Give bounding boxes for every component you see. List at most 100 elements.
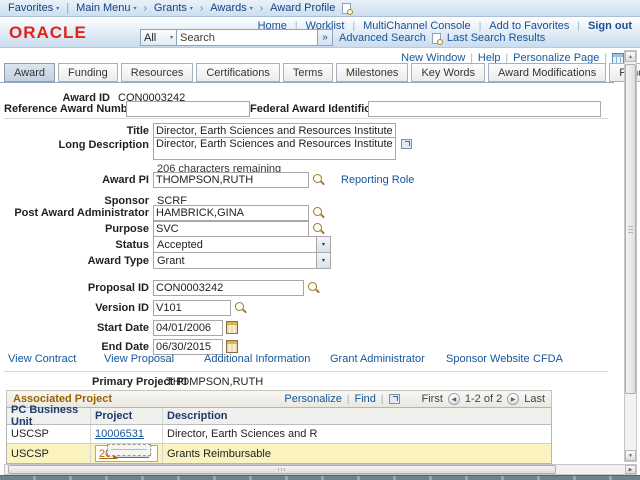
end-date-label: End Date xyxy=(4,341,153,353)
personalize-link[interactable]: Personalize xyxy=(284,393,341,405)
breadcrumb-separator-icon: › xyxy=(260,3,263,14)
separator: | xyxy=(506,53,509,64)
cell-project: 206 xyxy=(91,444,163,463)
version-id-lookup-icon[interactable] xyxy=(234,301,247,314)
breadcrumb-grants[interactable]: Grants ▾ xyxy=(154,2,193,14)
horizontal-scrollbar[interactable]: ▶ xyxy=(4,464,637,475)
version-id-row: Version ID xyxy=(4,299,247,316)
tab-underline xyxy=(0,82,614,83)
sponsor-website-link[interactable]: Sponsor Website xyxy=(446,353,530,365)
title-label: Title xyxy=(4,125,153,137)
vertical-scrollbar-thumb[interactable] xyxy=(625,64,636,394)
separator: | xyxy=(347,394,350,405)
nav-multichannel-console[interactable]: MultiChannel Console xyxy=(363,20,471,32)
horizontal-scrollbar-thumb[interactable] xyxy=(8,465,556,474)
chevron-down-icon: ▾ xyxy=(316,237,330,252)
col-project: Project xyxy=(91,408,163,424)
tab-award-modifications[interactable]: Award Modifications xyxy=(488,63,606,82)
vertical-scrollbar[interactable]: ▲ ▼ xyxy=(624,50,637,462)
tab-terms[interactable]: Terms xyxy=(283,63,333,82)
award-type-row: Award Type Grant ▾ xyxy=(4,252,331,269)
header-band: ORACLE Home | Worklist | MultiChannel Co… xyxy=(0,17,640,48)
nav-add-to-favorites[interactable]: Add to Favorites xyxy=(489,20,569,32)
award-pi-input[interactable] xyxy=(153,172,309,188)
purpose-lookup-icon[interactable] xyxy=(312,222,325,235)
award-type-value: Grant xyxy=(157,255,185,267)
scroll-up-button[interactable]: ▲ xyxy=(625,51,636,62)
col-description: Description xyxy=(163,408,551,424)
proposal-id-lookup-icon[interactable] xyxy=(307,281,320,294)
view-proposal-link[interactable]: View Proposal xyxy=(104,353,174,365)
pager-next-icon[interactable]: ▶ xyxy=(507,393,519,405)
tab-funding[interactable]: Funding xyxy=(58,63,118,82)
search-scope-select[interactable]: All ▾ xyxy=(140,29,177,46)
post-award-administrator-lookup-icon[interactable] xyxy=(312,206,325,219)
grant-administrator-link[interactable]: Grant Administrator xyxy=(330,353,425,365)
reference-row: Reference Award Number Federal Award Ide… xyxy=(4,100,601,117)
breadcrumb-separator-icon: › xyxy=(200,3,203,14)
cfda-link[interactable]: CFDA xyxy=(533,353,563,365)
scroll-down-button[interactable]: ▼ xyxy=(625,450,636,461)
favorites-menu[interactable]: Favorites ▾ xyxy=(8,2,59,14)
reporting-role-link[interactable]: Reporting Role xyxy=(341,174,414,186)
sign-out-link[interactable]: Sign out xyxy=(588,20,632,32)
breadcrumb-awards[interactable]: Awards ▾ xyxy=(210,2,253,14)
chevron-down-icon: ▾ xyxy=(250,5,253,12)
start-date-input[interactable] xyxy=(153,320,223,336)
purpose-label: Purpose xyxy=(4,223,153,235)
table-row-highlighted: USCSP 206 Grants Reimbursable xyxy=(7,444,551,463)
award-pi-row: Award PI Reporting Role xyxy=(4,171,414,188)
separator: | xyxy=(352,21,355,32)
tab-key-words[interactable]: Key Words xyxy=(411,63,485,82)
cell-project: 10006531 xyxy=(91,425,163,443)
status-value: Accepted xyxy=(157,239,203,251)
tab-certifications[interactable]: Certifications xyxy=(196,63,280,82)
cell-business-unit: USCSP xyxy=(7,425,91,443)
main-menu[interactable]: Main Menu ▾ xyxy=(76,2,136,14)
purpose-input[interactable] xyxy=(153,221,309,237)
purpose-row: Purpose xyxy=(4,220,325,237)
advanced-search-link[interactable]: Advanced Search xyxy=(339,32,426,44)
chevron-down-icon: ▾ xyxy=(170,34,173,41)
end-date-calendar-icon[interactable] xyxy=(226,340,238,353)
federal-award-id-input[interactable] xyxy=(368,101,601,117)
status-row: Status Accepted ▾ xyxy=(4,236,331,253)
search-go-button[interactable]: » xyxy=(318,29,333,46)
last-search-results-icon xyxy=(432,33,441,44)
section-divider xyxy=(4,118,608,119)
award-pi-lookup-icon[interactable] xyxy=(312,173,325,186)
tab-resources[interactable]: Resources xyxy=(121,63,194,82)
additional-information-link[interactable]: Additional Information xyxy=(204,353,310,365)
project-link[interactable]: 10006531 xyxy=(95,428,144,440)
search-input[interactable] xyxy=(177,29,318,46)
long-description-textarea[interactable]: Director, Earth Sciences and Resources I… xyxy=(153,137,396,160)
tab-award[interactable]: Award xyxy=(4,63,55,82)
award-type-select[interactable]: Grant ▾ xyxy=(153,252,331,269)
grid-popup-icon[interactable] xyxy=(389,394,400,404)
find-link[interactable]: Find xyxy=(354,393,375,405)
pager-prev-icon[interactable]: ◀ xyxy=(448,393,460,405)
expand-description-icon[interactable] xyxy=(401,139,412,149)
reference-award-number-input[interactable] xyxy=(126,101,250,117)
search-bar: All ▾ » xyxy=(140,29,333,46)
post-award-administrator-input[interactable] xyxy=(153,205,309,221)
scroll-right-button[interactable]: ▶ xyxy=(625,465,636,474)
post-award-administrator-label: Post Award Administrator xyxy=(4,207,153,219)
last-search-results-link[interactable]: Last Search Results xyxy=(447,32,545,44)
breadcrumb-award-profile: Award Profile xyxy=(270,2,335,14)
version-id-input[interactable] xyxy=(153,300,231,316)
personalize-layout-icon[interactable] xyxy=(612,53,624,64)
status-select[interactable]: Accepted ▾ xyxy=(153,236,331,253)
view-contract-link[interactable]: View Contract xyxy=(8,353,76,365)
award-type-label: Award Type xyxy=(4,255,153,267)
table-header-row: PC Business Unit Project Description xyxy=(7,408,551,425)
pager-range: 1-2 of 2 xyxy=(465,393,502,405)
tab-milestones[interactable]: Milestones xyxy=(336,63,409,82)
post-award-administrator-row: Post Award Administrator xyxy=(4,204,325,221)
chevron-down-icon: ▾ xyxy=(134,5,137,12)
proposal-id-input[interactable] xyxy=(153,280,304,296)
start-date-calendar-icon[interactable] xyxy=(226,321,238,334)
page-search-icon[interactable] xyxy=(342,3,351,14)
drag-ghost-artifact xyxy=(107,444,151,456)
chevron-down-icon: ▾ xyxy=(316,253,330,268)
